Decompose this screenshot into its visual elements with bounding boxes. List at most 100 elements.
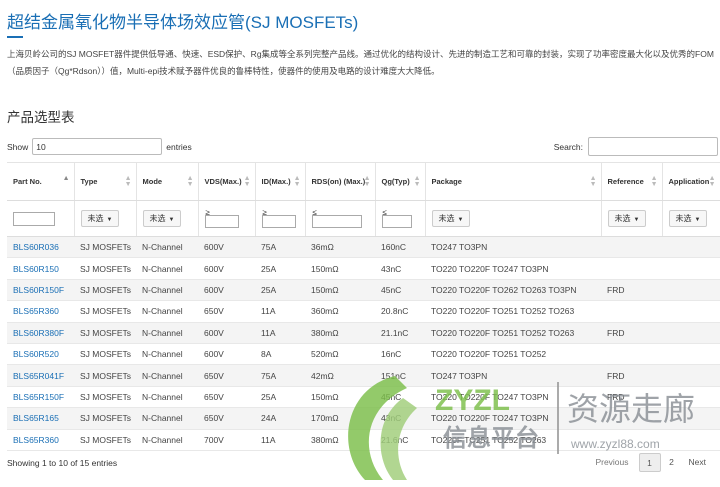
cell-package: TO247 TO3PN	[425, 364, 601, 387]
cell-id: 24A	[255, 407, 305, 430]
cell-mode: N-Channel	[136, 364, 198, 387]
cell-vds: 600V	[198, 322, 255, 344]
cell-reference	[601, 236, 662, 259]
col-application[interactable]: Application ▲ ▼	[662, 162, 720, 201]
cell-qg: 43nC	[375, 407, 425, 430]
cell-application	[662, 279, 720, 302]
cell-mode: N-Channel	[136, 300, 198, 323]
mode-filter-dropdown[interactable]: 未选 ▼	[142, 210, 182, 227]
search-label: Search:	[553, 141, 583, 152]
col-vds[interactable]: VDS(Max.) ▲ ▼	[198, 162, 256, 201]
table-row: BLS65R041F SJ MOSFETs N-Channel 650V 75A 42mΩ…	[7, 364, 720, 387]
table-row: BLS60R380F SJ MOSFETs N-Channel 600V 11A 380m…	[7, 322, 720, 344]
part-no-link[interactable]: BLS60R150	[7, 257, 74, 280]
caret-down-icon: ▼	[633, 217, 640, 223]
part-no-link[interactable]: BLS60R036	[7, 236, 74, 259]
cell-type: SJ MOSFETs	[74, 300, 136, 323]
section-title: 产品选型表	[7, 110, 75, 125]
product-table: Part No. ▲ Type ▲ ▼ Mode ▲ ▼ VDS(Max.) ▲ ▼ ID(M…	[7, 162, 720, 451]
cell-qg: 43nC	[375, 257, 425, 280]
cell-application	[662, 322, 720, 344]
cell-reference	[601, 300, 662, 323]
part-no-link[interactable]: BLS65R150F	[7, 386, 74, 409]
cell-application	[662, 429, 720, 451]
page-description: 上海贝岭公司的SJ MOSFET器件提供低导通、快速、ESD保护、Rg集成等全系…	[7, 49, 714, 76]
cell-application	[662, 343, 720, 366]
part-no-link[interactable]: BLS65R360	[7, 429, 74, 451]
cell-vds: 600V	[198, 343, 255, 366]
cell-rds: 380mΩ	[305, 429, 375, 451]
cell-rds: 36mΩ	[305, 236, 375, 259]
cell-qg: 151nC	[375, 364, 425, 387]
cell-type: SJ MOSFETs	[74, 386, 136, 409]
table-row: BLS60R520 SJ MOSFETs N-Channel 600V 8A 520mΩ 1…	[7, 343, 720, 366]
cell-vds: 650V	[198, 364, 255, 387]
cell-reference: FRD	[601, 279, 662, 302]
type-filter-dropdown[interactable]: 未选 ▼	[80, 210, 120, 227]
header-row: Part No. ▲ Type ▲ ▼ Mode ▲ ▼ VDS(Max.) ▲ ▼ ID(M…	[7, 162, 720, 201]
col-type[interactable]: Type ▲ ▼	[74, 162, 137, 201]
application-filter-dropdown[interactable]: 未选 ▼	[668, 210, 708, 227]
part-no-link[interactable]: BLS65R360	[7, 300, 74, 323]
cell-mode: N-Channel	[136, 343, 198, 366]
col-qg[interactable]: Qg(Typ) ▲ ▼	[375, 162, 426, 201]
col-id[interactable]: ID(Max.) ▲ ▼	[255, 162, 306, 201]
part-no-link[interactable]: BLS65R041F	[7, 364, 74, 387]
cell-mode: N-Channel	[136, 407, 198, 430]
cell-qg: 45nC	[375, 279, 425, 302]
part-no-link[interactable]: BLS65R165	[7, 407, 74, 430]
caret-down-icon: ▼	[694, 217, 701, 223]
cell-qg: 45nC	[375, 386, 425, 409]
cell-package: TO220 TO220F TO262 TO263 TO3PN	[425, 279, 601, 302]
page-1-button[interactable]: 1	[638, 453, 661, 472]
col-package[interactable]: Package ▲ ▼	[425, 162, 602, 201]
package-filter-dropdown[interactable]: 未选 ▼	[431, 210, 471, 227]
col-reference[interactable]: Reference ▲ ▼	[601, 162, 663, 201]
cell-application	[662, 257, 720, 280]
part-no-filter-input[interactable]	[13, 211, 55, 226]
cell-mode: N-Channel	[136, 279, 198, 302]
next-button[interactable]: Next	[683, 453, 712, 472]
cell-id: 25A	[255, 279, 305, 302]
page-length-input[interactable]	[32, 138, 163, 155]
cell-type: SJ MOSFETs	[74, 364, 136, 387]
page-2-button[interactable]: 2	[661, 453, 683, 472]
cell-vds: 650V	[198, 407, 255, 430]
cell-qg: 160nC	[375, 236, 425, 259]
search-input[interactable]	[588, 137, 718, 156]
caret-down-icon: ▼	[106, 217, 113, 223]
cell-id: 75A	[255, 236, 305, 259]
cell-package: TO220 TO220F TO251 TO252 TO263	[425, 322, 601, 344]
cell-vds: 700V	[198, 429, 255, 451]
caret-down-icon: ▼	[168, 217, 175, 223]
cell-vds: 650V	[198, 386, 255, 409]
sort-icon: ▲ ▼	[413, 175, 421, 188]
cell-qg: 20.8nC	[375, 300, 425, 323]
entries-label: entries	[166, 141, 192, 152]
rds-max-input[interactable]	[311, 215, 362, 228]
col-part-no[interactable]: Part No. ▲	[7, 162, 75, 201]
cell-id: 25A	[255, 257, 305, 280]
cell-type: SJ MOSFETs	[74, 407, 136, 430]
cell-qg: 21.1nC	[375, 322, 425, 344]
cell-vds: 600V	[198, 279, 255, 302]
show-label: Show	[7, 141, 29, 152]
sort-icon: ▲ ▼	[363, 175, 371, 188]
col-mode[interactable]: Mode ▲ ▼	[136, 162, 199, 201]
part-no-link[interactable]: BLS60R150F	[7, 279, 74, 302]
cell-application	[662, 386, 720, 409]
cell-package: TO220 TO220F TO251 TO252 TO263	[425, 300, 601, 323]
part-no-link[interactable]: BLS60R380F	[7, 322, 74, 344]
filter-row: 未选 ▼ 未选 ▼ ≥ ≥ ≤ ≤ 未选 ▼ 未选 ▼ 未选 ▼	[7, 200, 720, 237]
col-rds[interactable]: RDS(on) (Max.) ▲ ▼	[305, 162, 376, 201]
table-row: BLS65R165 SJ MOSFETs N-Channel 650V 24A 170mΩ…	[7, 407, 720, 430]
sort-icon: ▲ ▼	[650, 175, 658, 188]
cell-type: SJ MOSFETs	[74, 429, 136, 451]
previous-button[interactable]: Previous	[589, 453, 634, 472]
cell-mode: N-Channel	[136, 386, 198, 409]
caret-down-icon: ▼	[457, 217, 464, 223]
title-underline	[7, 36, 23, 38]
cell-package: TO220 TO220F TO251 TO252	[425, 343, 601, 366]
part-no-link[interactable]: BLS60R520	[7, 343, 74, 366]
reference-filter-dropdown[interactable]: 未选 ▼	[607, 210, 647, 227]
